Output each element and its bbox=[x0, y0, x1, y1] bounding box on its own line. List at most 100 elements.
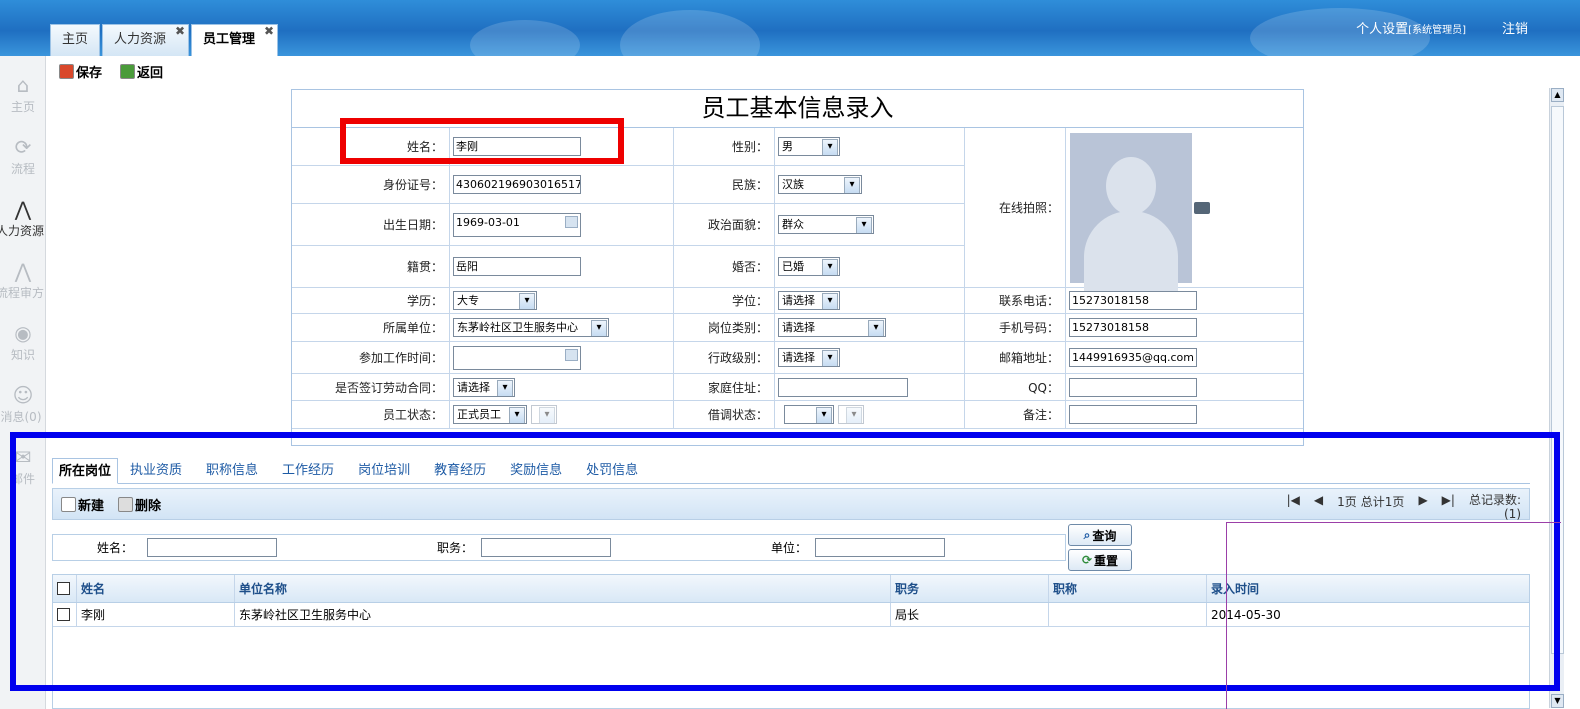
address-input[interactable] bbox=[778, 377, 908, 397]
hometown-input[interactable]: 岳阳 bbox=[453, 257, 581, 276]
sidebar-item-approve[interactable]: ⋀ 流程审方 bbox=[0, 258, 46, 301]
birth-date-input[interactable]: 1969-03-01 bbox=[453, 212, 581, 237]
label-text: 出生日期： bbox=[382, 218, 443, 232]
hometown-cell: 岳阳 bbox=[450, 246, 674, 288]
back-button[interactable]: 返回 bbox=[120, 62, 163, 81]
label-text: 学历： bbox=[406, 294, 443, 308]
degree-cell: 请选择 bbox=[775, 288, 965, 314]
mobile-label: 手机号码： bbox=[965, 314, 1066, 342]
label-text: 身份证号： bbox=[382, 178, 443, 192]
secondment-cell bbox=[775, 401, 965, 429]
ethnicity-select[interactable]: 汉族 bbox=[778, 175, 862, 194]
status-cell: 正式员工 bbox=[450, 401, 674, 429]
phone-cell: 15273018158 bbox=[1066, 288, 1303, 314]
label-text: 联系电话： bbox=[998, 294, 1059, 308]
sidebar-item-knowledge[interactable]: ◉ 知识 bbox=[0, 320, 46, 363]
guide-line bbox=[1226, 522, 1561, 523]
label-text: 民族： bbox=[731, 178, 768, 192]
secondment-select[interactable] bbox=[784, 405, 834, 424]
remark-cell bbox=[1066, 401, 1303, 429]
camera-icon[interactable] bbox=[1194, 202, 1210, 214]
logout-link[interactable]: 注销 bbox=[1502, 18, 1528, 37]
remark-label: 备注： bbox=[965, 401, 1066, 429]
degree-label: 学位： bbox=[674, 288, 775, 314]
marital-select[interactable]: 已婚 bbox=[778, 257, 840, 276]
sidebar-item-flow[interactable]: ⟳ 流程 bbox=[0, 134, 46, 177]
guide-line bbox=[1226, 522, 1227, 709]
work-start-label: 参加工作时间： bbox=[292, 342, 450, 374]
politics-select[interactable]: 群众 bbox=[778, 215, 874, 234]
admin-level-select[interactable]: 请选择 bbox=[778, 348, 840, 367]
mobile-input[interactable]: 15273018158 bbox=[1069, 318, 1197, 337]
unit-label: 所属单位： bbox=[292, 314, 450, 342]
sidebar-item-hr[interactable]: ⋀ 人力资源 bbox=[0, 196, 46, 239]
unit-select[interactable]: 东茅岭社区卫生服务中心 bbox=[453, 318, 609, 337]
save-label: 保存 bbox=[76, 65, 103, 81]
degree-select[interactable]: 请选择 bbox=[778, 291, 840, 310]
post-type-label: 岗位类别： bbox=[674, 314, 775, 342]
sidebar-item-label: 人力资源 bbox=[0, 224, 44, 238]
sidebar-item-home[interactable]: ⌂ 主页 bbox=[0, 72, 46, 115]
phone-input[interactable]: 15273018158 bbox=[1069, 291, 1197, 310]
sidebar-item-messages[interactable]: ☺ 消息(0) bbox=[0, 382, 46, 425]
status-select[interactable]: 正式员工 bbox=[453, 405, 527, 424]
label-text: 学位： bbox=[731, 294, 768, 308]
label-text: 员工状态： bbox=[382, 408, 443, 422]
photo-label: 在线拍照： bbox=[965, 128, 1066, 288]
education-cell: 大专 bbox=[450, 288, 674, 314]
gender-select[interactable]: 男 bbox=[778, 137, 840, 156]
ethnicity-label: 民族： bbox=[674, 166, 775, 204]
label-text: 邮箱地址： bbox=[998, 351, 1059, 365]
personal-settings-link[interactable]: 个人设置[系统管理员] bbox=[1356, 18, 1466, 37]
status-sub-select bbox=[531, 405, 557, 424]
unit-cell: 东茅岭社区卫生服务中心 bbox=[450, 314, 674, 342]
contract-label: 是否签订劳动合同： bbox=[292, 374, 450, 401]
label-text: 所属单位： bbox=[382, 321, 443, 335]
user-role: [系统管理员] bbox=[1408, 25, 1466, 36]
header-decoration bbox=[620, 10, 760, 56]
tab-employee-management[interactable]: 员工管理 ✖ bbox=[191, 24, 279, 56]
sidebar-item-label: 流程 bbox=[10, 162, 35, 176]
tab-home[interactable]: 主页 bbox=[50, 24, 101, 56]
contract-select[interactable]: 请选择 bbox=[453, 377, 515, 397]
post-type-select[interactable]: 请选择 bbox=[778, 318, 886, 337]
save-icon bbox=[59, 63, 74, 79]
home-icon: ⌂ bbox=[16, 73, 30, 97]
approve-icon: ⋀ bbox=[14, 259, 32, 283]
phone-label: 联系电话： bbox=[965, 288, 1066, 314]
label-text: 是否签订劳动合同： bbox=[334, 380, 443, 395]
label-text: 参加工作时间： bbox=[358, 351, 443, 365]
calendar-icon[interactable] bbox=[565, 348, 578, 361]
label-text: 性别： bbox=[731, 140, 768, 154]
calendar-icon[interactable] bbox=[565, 215, 578, 228]
save-button[interactable]: 保存 bbox=[59, 62, 102, 81]
scroll-up-icon[interactable]: ▲ bbox=[1551, 88, 1564, 102]
address-cell bbox=[775, 374, 965, 401]
employee-photo bbox=[1070, 133, 1192, 291]
id-label: 身份证号： bbox=[292, 166, 450, 204]
close-icon[interactable]: ✖ bbox=[175, 16, 185, 46]
label-text: 籍贯： bbox=[406, 260, 443, 274]
work-start-cell bbox=[450, 342, 674, 374]
birth-cell: 1969-03-01 bbox=[450, 204, 674, 246]
page-tabs: 主页 人力资源 ✖ 员工管理 ✖ bbox=[50, 24, 280, 56]
highlight-box-red bbox=[340, 118, 624, 164]
education-select[interactable]: 大专 bbox=[453, 291, 537, 310]
admin-level-label: 行政级别： bbox=[674, 342, 775, 374]
remark-input[interactable] bbox=[1069, 405, 1197, 424]
sidebar-item-label: 流程审方 bbox=[0, 286, 44, 300]
id-number-input[interactable]: 430602196903016517 bbox=[453, 175, 581, 194]
qq-input[interactable] bbox=[1069, 377, 1197, 397]
label-text: 借调状态： bbox=[707, 408, 768, 422]
email-input[interactable]: 1449916935@qq.com bbox=[1069, 348, 1197, 367]
avatar-body bbox=[1084, 211, 1178, 291]
label-text: 岗位类别： bbox=[707, 321, 768, 335]
label-text: 行政级别： bbox=[707, 351, 768, 365]
tab-hr[interactable]: 人力资源 ✖ bbox=[102, 24, 190, 56]
email-cell: 1449916935@qq.com bbox=[1066, 342, 1303, 374]
close-icon[interactable]: ✖ bbox=[264, 16, 274, 46]
scroll-down-icon[interactable]: ▼ bbox=[1551, 694, 1564, 708]
work-start-input[interactable] bbox=[453, 345, 581, 370]
header-decoration bbox=[470, 20, 580, 56]
birth-label: 出生日期： bbox=[292, 204, 450, 246]
